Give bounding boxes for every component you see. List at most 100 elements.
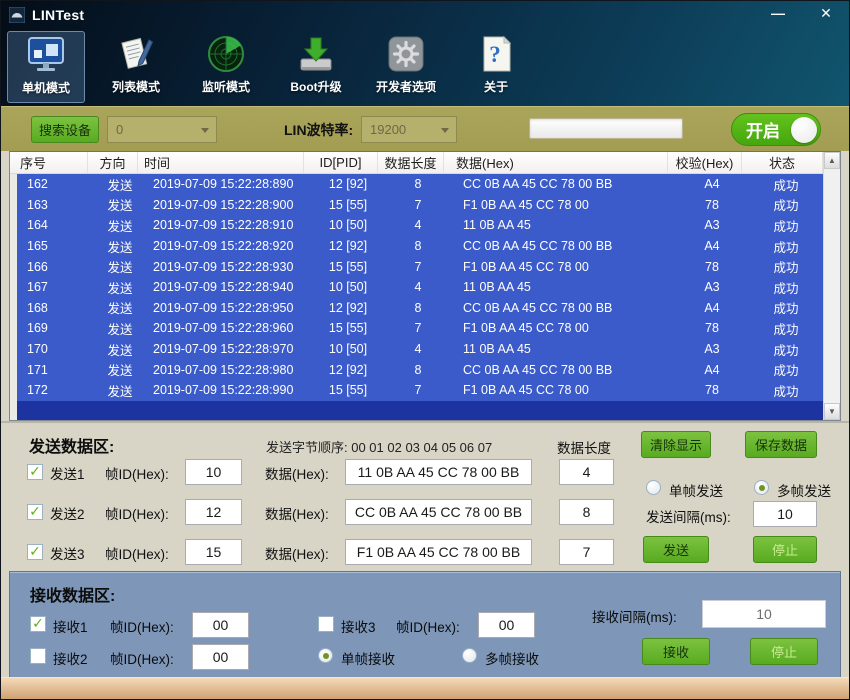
table-cell: 2019-07-09 15:22:28:900 xyxy=(145,195,311,216)
send1-data-input[interactable] xyxy=(345,459,532,485)
column-header[interactable]: 序号 xyxy=(10,152,88,173)
table-row[interactable]: 168发送2019-07-09 15:22:28:95012 [92]8CC 0… xyxy=(17,298,823,319)
table-row[interactable]: 164发送2019-07-09 15:22:28:91010 [50]411 0… xyxy=(17,215,823,236)
column-header[interactable]: 时间 xyxy=(138,152,304,173)
toolbar-item-standalone-mode[interactable]: 单机模式 xyxy=(7,31,85,103)
toolbar-item-listen-mode[interactable]: 监听模式 xyxy=(187,31,265,103)
multi-frame-send-radio[interactable] xyxy=(754,480,769,495)
receive-interval-input[interactable] xyxy=(702,600,826,628)
data-length-label: 数据长度 xyxy=(557,437,611,457)
column-header[interactable]: 数据(Hex) xyxy=(444,152,668,173)
send2-frame-id-input[interactable] xyxy=(185,499,242,525)
send-interval-input[interactable] xyxy=(753,501,817,527)
table-cell: 10 [50] xyxy=(311,339,385,360)
send-interval-label: 发送间隔(ms): xyxy=(646,506,731,526)
table-cell: CC 0B AA 45 CC 78 00 BB xyxy=(451,236,675,257)
column-header[interactable]: ID[PID] xyxy=(304,152,378,173)
start-toggle-label: 开启 xyxy=(746,117,780,142)
monitor-icon xyxy=(26,34,66,76)
save-data-button[interactable]: 保存数据 xyxy=(745,431,817,458)
receive2-checkbox[interactable]: ✓ xyxy=(30,648,46,664)
table-row[interactable]: 172发送2019-07-09 15:22:28:99015 [55]7F1 0… xyxy=(17,380,823,401)
scroll-down-icon[interactable]: ▼ xyxy=(824,403,840,420)
clear-display-button[interactable]: 清除显示 xyxy=(641,431,711,458)
single-frame-receive-radio[interactable] xyxy=(318,648,333,663)
toolbar-item-label: 关于 xyxy=(484,78,508,95)
check-icon: ✓ xyxy=(29,544,41,558)
column-header[interactable]: 状态 xyxy=(742,152,823,173)
title-bar: LINTest — ✕ xyxy=(1,1,849,29)
send2-data-input[interactable] xyxy=(345,499,532,525)
send1-checkbox[interactable]: ✓ xyxy=(27,464,43,480)
table-scrollbar[interactable]: ▲ ▼ xyxy=(823,152,840,420)
table-cell: 8 xyxy=(385,359,451,380)
send3-frame-id-input[interactable] xyxy=(185,539,242,565)
table-row[interactable]: 166发送2019-07-09 15:22:28:93015 [55]7F1 0… xyxy=(17,256,823,277)
table-cell: A4 xyxy=(675,298,749,319)
list-icon xyxy=(116,33,156,75)
column-header[interactable]: 方向 xyxy=(88,152,138,173)
table-cell: A3 xyxy=(675,339,749,360)
close-button[interactable]: ✕ xyxy=(809,3,843,23)
receive1-checkbox[interactable]: ✓ xyxy=(30,616,46,632)
send1-length-input[interactable] xyxy=(559,459,614,485)
send3-data-input[interactable] xyxy=(345,539,532,565)
receive1-frame-id-input[interactable] xyxy=(192,612,249,638)
send-button[interactable]: 发送 xyxy=(643,536,709,563)
table-row[interactable]: 165发送2019-07-09 15:22:28:92012 [92]8CC 0… xyxy=(17,236,823,257)
chevron-down-icon xyxy=(441,128,449,133)
send3-length-input[interactable] xyxy=(559,539,614,565)
table-cell: 78 xyxy=(675,256,749,277)
send2-checkbox[interactable]: ✓ xyxy=(27,504,43,520)
table-cell: 2019-07-09 15:22:28:910 xyxy=(145,215,311,236)
table-row[interactable]: 169发送2019-07-09 15:22:28:96015 [55]7F1 0… xyxy=(17,318,823,339)
table-cell: 10 [50] xyxy=(311,277,385,298)
baud-rate-select[interactable]: 19200 xyxy=(361,116,457,143)
scroll-up-icon[interactable]: ▲ xyxy=(824,152,840,169)
table-row[interactable]: 167发送2019-07-09 15:22:28:94010 [50]411 0… xyxy=(17,277,823,298)
table-cell: 2019-07-09 15:22:28:980 xyxy=(145,359,311,380)
table-row[interactable]: 163发送2019-07-09 15:22:28:90015 [55]7F1 0… xyxy=(17,195,823,216)
start-toggle[interactable]: 开启 xyxy=(731,113,821,146)
check-icon: ✓ xyxy=(29,464,41,478)
send3-checkbox[interactable]: ✓ xyxy=(27,544,43,560)
table-header: 序号方向时间ID[PID]数据长度数据(Hex)校验(Hex)状态 xyxy=(10,152,840,174)
table-cell: A3 xyxy=(675,277,749,298)
boot-upgrade-icon xyxy=(296,33,336,75)
data-hex-label: 数据(Hex): xyxy=(265,463,329,483)
receive3-frame-id-input[interactable] xyxy=(478,612,535,638)
multi-frame-receive-radio[interactable] xyxy=(462,648,477,663)
table-row[interactable]: 162发送2019-07-09 15:22:28:89012 [92]8CC 0… xyxy=(17,174,823,195)
send1-frame-id-input[interactable] xyxy=(185,459,242,485)
table-cell: 166 xyxy=(17,256,95,277)
table-cell: 成功 xyxy=(749,215,823,236)
search-device-button[interactable]: 搜索设备 xyxy=(31,116,99,143)
toolbar-item-list-mode[interactable]: 列表模式 xyxy=(97,31,175,103)
table-cell: CC 0B AA 45 CC 78 00 BB xyxy=(451,359,675,380)
table-cell: 发送 xyxy=(95,256,145,277)
table-row[interactable]: 170发送2019-07-09 15:22:28:97010 [50]411 0… xyxy=(17,339,823,360)
minimize-button[interactable]: — xyxy=(761,3,795,23)
receive-section-title: 接收数据区: xyxy=(30,582,115,606)
table-cell: CC 0B AA 45 CC 78 00 BB xyxy=(451,174,675,195)
toolbar-item-boot-upgrade[interactable]: Boot升级 xyxy=(277,31,355,103)
table-cell: 2019-07-09 15:22:28:920 xyxy=(145,236,311,257)
column-header[interactable]: 数据长度 xyxy=(378,152,444,173)
receive-stop-button[interactable]: 停止 xyxy=(750,638,818,665)
receive3-checkbox[interactable]: ✓ xyxy=(318,616,334,632)
table-cell: 164 xyxy=(17,215,95,236)
receive-button[interactable]: 接收 xyxy=(642,638,710,665)
table-row[interactable]: 171发送2019-07-09 15:22:28:98012 [92]8CC 0… xyxy=(17,359,823,380)
device-select[interactable]: 0 xyxy=(107,116,217,143)
table-cell: 15 [55] xyxy=(311,318,385,339)
send2-length-input[interactable] xyxy=(559,499,614,525)
toolbar-item-developer-options[interactable]: 开发者选项 xyxy=(367,31,445,103)
single-frame-send-radio[interactable] xyxy=(646,480,661,495)
column-header[interactable]: 校验(Hex) xyxy=(668,152,742,173)
frame-id-label: 帧ID(Hex): xyxy=(110,648,174,668)
send-stop-button[interactable]: 停止 xyxy=(753,536,817,563)
table-cell: 15 [55] xyxy=(311,380,385,401)
table-cell: 发送 xyxy=(95,359,145,380)
toolbar-item-about[interactable]: ? 关于 xyxy=(457,31,535,103)
receive2-frame-id-input[interactable] xyxy=(192,644,249,670)
